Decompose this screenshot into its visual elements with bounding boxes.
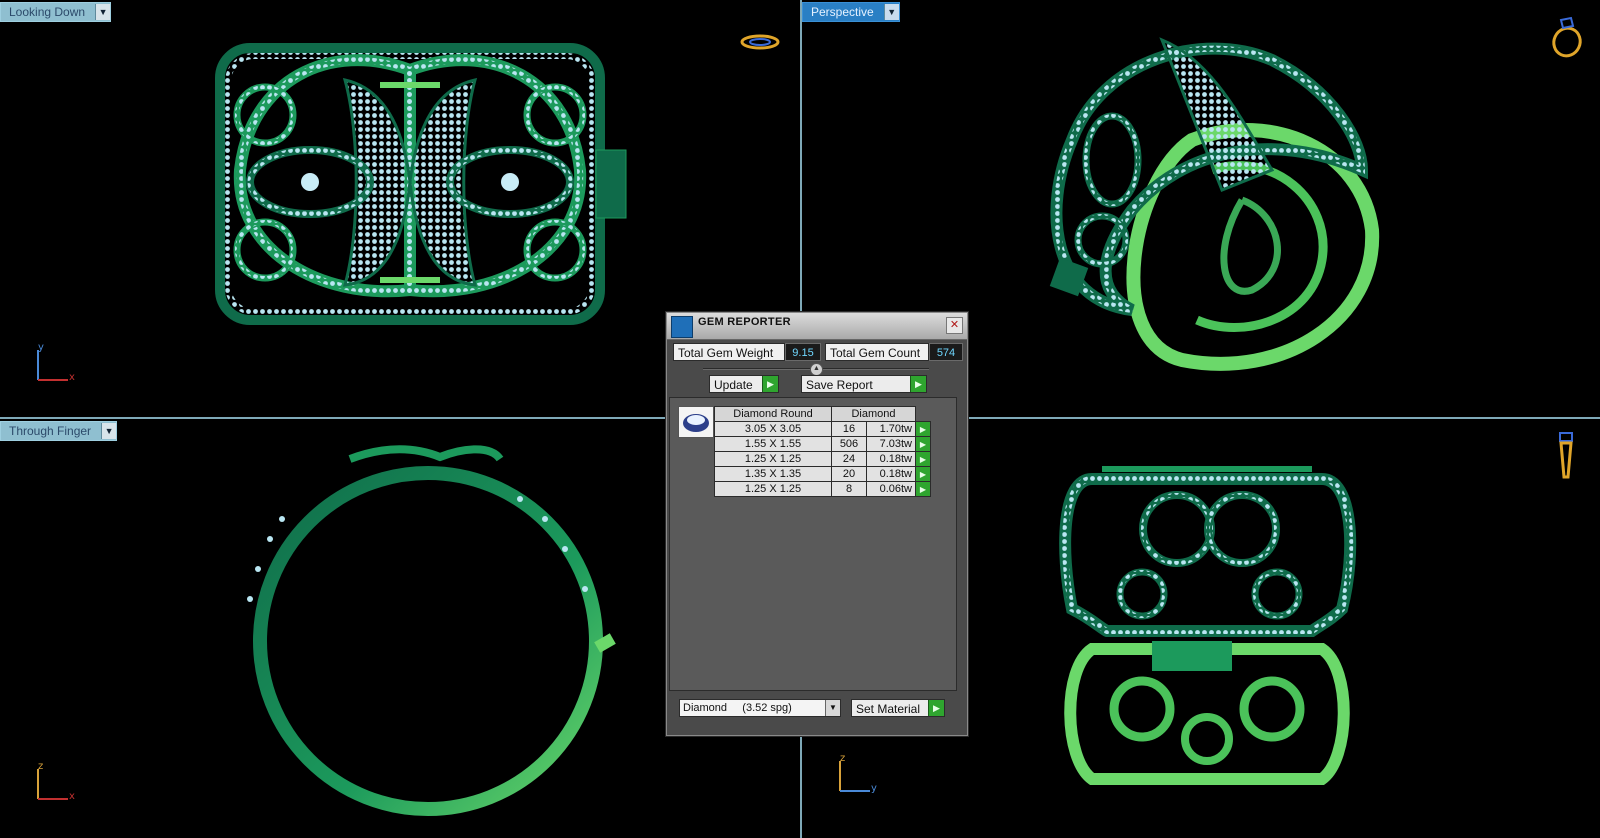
gem-weight-cell: 1.70tw xyxy=(866,421,916,437)
gem-size-cell: 1.25 X 1.25 xyxy=(714,481,832,497)
gem-table-header: Diamond Round Diamond xyxy=(714,406,931,422)
axis-label-y: y xyxy=(871,783,877,794)
total-gem-count-value: 574 xyxy=(929,343,963,361)
diamond-thumbnail[interactable] xyxy=(678,406,714,438)
table-row[interactable]: 3.05 X 3.05 16 1.70tw ▶ xyxy=(714,421,931,437)
gem-size-cell: 1.25 X 1.25 xyxy=(714,451,832,467)
gem-weight-cell: 7.03tw xyxy=(866,436,916,452)
table-row[interactable]: 1.55 X 1.55 506 7.03tw ▶ xyxy=(714,436,931,452)
viewport-label-perspective[interactable]: Perspective ▼ xyxy=(802,2,900,22)
save-report-button-label: Save Report xyxy=(806,378,873,392)
play-arrow-icon: ▶ xyxy=(928,700,944,716)
ring-orientation-icon[interactable] xyxy=(738,30,782,56)
total-gem-weight-value: 9.15 xyxy=(785,343,821,361)
gem-size-cell: 1.55 X 1.55 xyxy=(714,436,832,452)
play-arrow-icon[interactable]: ▶ xyxy=(915,481,931,497)
play-arrow-icon[interactable]: ▶ xyxy=(915,436,931,452)
play-arrow-icon[interactable]: ▶ xyxy=(915,466,931,482)
play-arrow-icon: ▶ xyxy=(762,376,778,392)
axis-label-x: x xyxy=(69,372,75,383)
set-material-button[interactable]: Set Material ▶ xyxy=(851,699,945,717)
save-report-button[interactable]: Save Report ▶ xyxy=(801,375,927,393)
gem-weight-cell: 0.18tw xyxy=(866,451,916,467)
gem-size-cell: 3.05 X 3.05 xyxy=(714,421,832,437)
viewport-label-through-finger[interactable]: Through Finger ▼ xyxy=(0,421,118,441)
material-select-value: Diamond (3.52 spg) xyxy=(683,702,792,714)
update-button[interactable]: Update ▶ xyxy=(709,375,779,393)
gem-count-cell: 506 xyxy=(831,436,867,452)
gem-reporter-dialog[interactable]: GEM REPORTER ✕ Total Gem Weight 9.15 Tot… xyxy=(666,312,968,736)
gem-weight-cell: 0.06tw xyxy=(866,481,916,497)
viewport-title: Looking Down xyxy=(9,5,86,19)
total-gem-weight-label: Total Gem Weight xyxy=(673,343,785,361)
gem-weight-cell: 0.18tw xyxy=(866,466,916,482)
viewport-title: Through Finger xyxy=(9,424,92,438)
gem-count-cell: 20 xyxy=(831,466,867,482)
chevron-down-icon[interactable]: ▼ xyxy=(95,4,111,20)
viewport-title: Perspective xyxy=(811,5,874,19)
set-material-button-label: Set Material xyxy=(856,702,921,716)
close-button[interactable]: ✕ xyxy=(946,317,963,334)
gem-reporter-icon xyxy=(671,316,693,338)
chevron-down-icon[interactable]: ▼ xyxy=(101,423,117,439)
dialog-title: GEM REPORTER xyxy=(698,316,791,328)
material-select[interactable]: Diamond (3.52 spg) ▼ xyxy=(679,699,841,717)
viewport-label-looking-down[interactable]: Looking Down ▼ xyxy=(0,2,112,22)
update-button-label: Update xyxy=(714,378,753,392)
header-material: Diamond xyxy=(831,406,916,422)
play-arrow-icon[interactable]: ▶ xyxy=(915,421,931,437)
gem-count-cell: 24 xyxy=(831,451,867,467)
play-arrow-icon[interactable]: ▶ xyxy=(915,451,931,467)
play-arrow-icon: ▶ xyxy=(910,376,926,392)
table-row[interactable]: 1.25 X 1.25 8 0.06tw ▶ xyxy=(714,481,931,497)
gem-list-panel[interactable]: Diamond Round Diamond 3.05 X 3.05 16 1.70t… xyxy=(669,397,957,691)
table-row[interactable]: 1.25 X 1.25 24 0.18tw ▶ xyxy=(714,451,931,467)
table-row[interactable]: 1.35 X 1.35 20 0.18tw ▶ xyxy=(714,466,931,482)
gem-size-cell: 1.35 X 1.35 xyxy=(714,466,832,482)
axis-label-z: z xyxy=(38,761,44,772)
axis-label-z: z xyxy=(840,753,846,764)
gem-table: Diamond Round Diamond 3.05 X 3.05 16 1.70t… xyxy=(714,406,931,497)
chevron-down-icon[interactable]: ▼ xyxy=(883,4,899,20)
chevron-down-icon[interactable]: ▼ xyxy=(825,700,840,716)
gem-count-cell: 8 xyxy=(831,481,867,497)
total-gem-count-label: Total Gem Count xyxy=(825,343,929,361)
axis-label-y: y xyxy=(38,342,44,353)
gem-count-cell: 16 xyxy=(831,421,867,437)
dialog-titlebar[interactable]: GEM REPORTER ✕ xyxy=(667,313,967,340)
axis-label-x: x xyxy=(69,791,75,802)
ring-orientation-icon[interactable] xyxy=(1547,14,1591,60)
header-shape: Diamond Round xyxy=(714,406,832,422)
ring-orientation-icon[interactable] xyxy=(1554,429,1578,483)
